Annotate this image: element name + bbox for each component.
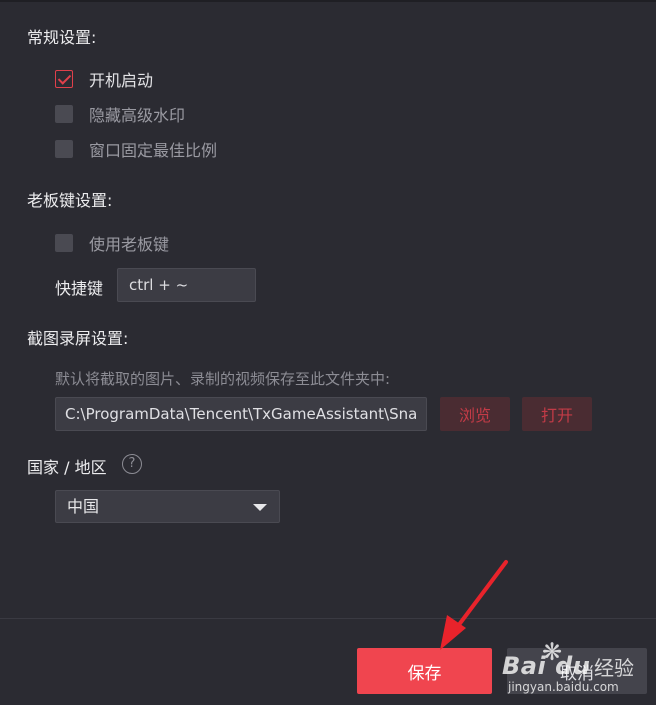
section-title-boss-key: 老板键设置: <box>27 191 113 210</box>
checkbox-checked-icon[interactable] <box>55 70 73 88</box>
checkbox-autostart[interactable]: 开机启动 <box>55 67 153 91</box>
save-path-input[interactable]: C:\ProgramData\Tencent\TxGameAssistant\S… <box>55 397 427 431</box>
section-title-region: 国家 / 地区 <box>27 458 107 477</box>
region-select[interactable]: 中国 <box>55 490 280 523</box>
cancel-button[interactable]: 取消 <box>507 648 647 694</box>
save-path-hint: 默认将截取的图片、录制的视频保存至此文件夹中: <box>55 370 391 388</box>
checkbox-label: 使用老板键 <box>89 235 170 254</box>
section-title-capture: 截图录屏设置: <box>27 329 129 348</box>
top-border <box>0 0 656 2</box>
open-folder-button[interactable]: 打开 <box>522 397 592 431</box>
chevron-down-icon <box>253 504 267 511</box>
checkbox-unchecked-icon[interactable] <box>55 105 73 123</box>
checkbox-unchecked-icon[interactable] <box>55 140 73 158</box>
save-button[interactable]: 保存 <box>357 648 492 694</box>
browse-button[interactable]: 浏览 <box>440 397 510 431</box>
hotkey-input[interactable]: ctrl + ~ <box>117 268 256 302</box>
section-title-general: 常规设置: <box>27 28 97 47</box>
checkbox-label: 隐藏高级水印 <box>89 106 186 125</box>
checkbox-label: 开机启动 <box>89 71 154 90</box>
checkbox-use-boss-key[interactable]: 使用老板键 <box>55 231 169 255</box>
help-icon[interactable]: ? <box>122 454 142 474</box>
footer-divider <box>0 618 656 619</box>
checkbox-fixed-ratio[interactable]: 窗口固定最佳比例 <box>55 137 217 161</box>
checkbox-hide-watermark[interactable]: 隐藏高级水印 <box>55 102 185 126</box>
hotkey-label: 快捷键 <box>55 279 104 298</box>
region-selected-value: 中国 <box>67 497 100 516</box>
checkbox-label: 窗口固定最佳比例 <box>89 141 218 160</box>
checkbox-unchecked-icon[interactable] <box>55 234 73 252</box>
